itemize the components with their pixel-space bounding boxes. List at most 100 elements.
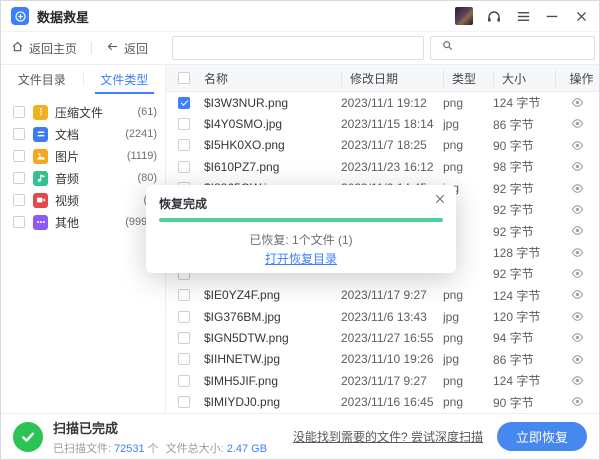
home-button[interactable]: 返回主页 bbox=[11, 40, 77, 57]
titlebar-controls bbox=[455, 7, 589, 25]
row-checkbox[interactable] bbox=[178, 161, 190, 173]
table-header: 名称 修改日期 类型 大小 操作 bbox=[166, 65, 599, 92]
file-type-icon bbox=[33, 171, 48, 186]
preview-eye-icon[interactable] bbox=[571, 310, 584, 323]
file-date: 2023/11/16 16:45 bbox=[341, 395, 443, 409]
scan-summary: 扫描已完成 已扫描文件:72531个文件总大小:2.47 GB bbox=[53, 418, 270, 456]
total-size-label: 文件总大小: bbox=[166, 443, 224, 455]
select-all-checkbox[interactable] bbox=[178, 72, 190, 84]
sidebar-item-label: 图片 bbox=[55, 148, 79, 165]
sidebar-item[interactable]: 图片 (1119) bbox=[1, 145, 165, 167]
table-row[interactable]: $I3W3NUR.png 2023/11/1 19:12 png 124 字节 bbox=[166, 92, 599, 113]
file-date: 2023/11/23 16:12 bbox=[341, 160, 443, 174]
table-row[interactable]: $IIHNETW.jpg 2023/11/10 19:26 jpg 86 字节 bbox=[166, 349, 599, 370]
sidebar-item-count: (2241) bbox=[125, 128, 157, 140]
deep-scan-link[interactable]: 没能找到需要的文件? 尝试深度扫描 bbox=[293, 428, 483, 445]
file-type-checkbox[interactable] bbox=[13, 106, 25, 118]
table-row[interactable]: $IMH5JIF.png 2023/11/17 9:27 png 124 字节 bbox=[166, 370, 599, 391]
header-type[interactable]: 类型 bbox=[443, 70, 493, 87]
scanned-count: 72531 bbox=[114, 443, 145, 455]
file-type-checkbox[interactable] bbox=[13, 216, 25, 228]
sidebar-tabs: 文件目录 文件类型 bbox=[1, 65, 165, 94]
headset-support-icon[interactable] bbox=[486, 8, 502, 24]
preview-eye-icon[interactable] bbox=[571, 203, 584, 216]
file-date: 2023/11/10 19:26 bbox=[341, 352, 443, 366]
file-size: 86 字节 bbox=[493, 116, 555, 133]
file-date: 2023/11/1 19:12 bbox=[341, 96, 443, 110]
preview-eye-icon[interactable] bbox=[571, 395, 584, 408]
table-row[interactable]: $I4Y0SMO.jpg 2023/11/15 18:14 jpg 86 字节 bbox=[166, 113, 599, 134]
preview-eye-icon[interactable] bbox=[571, 267, 584, 280]
file-type-icon bbox=[33, 193, 48, 208]
recover-now-button[interactable]: 立即恢复 bbox=[497, 422, 587, 451]
preview-eye-icon[interactable] bbox=[571, 288, 584, 301]
file-type-checkbox[interactable] bbox=[13, 172, 25, 184]
preview-eye-icon[interactable] bbox=[571, 96, 584, 109]
dialog-close-icon[interactable] bbox=[434, 193, 446, 205]
file-type-icon bbox=[33, 149, 48, 164]
file-size: 120 字节 bbox=[493, 308, 555, 325]
header-action: 操作 bbox=[555, 70, 599, 87]
user-avatar[interactable] bbox=[455, 7, 473, 25]
close-icon[interactable] bbox=[573, 8, 589, 24]
row-checkbox[interactable] bbox=[178, 97, 190, 109]
sidebar-item[interactable]: 文档 (2241) bbox=[1, 123, 165, 145]
minimize-icon[interactable] bbox=[544, 8, 560, 24]
file-type: png bbox=[443, 288, 493, 302]
table-row[interactable]: $I610PZ7.png 2023/11/23 16:12 png 98 字节 bbox=[166, 156, 599, 177]
preview-eye-icon[interactable] bbox=[571, 353, 584, 366]
scan-status-title: 扫描已完成 bbox=[53, 418, 270, 437]
search-button[interactable] bbox=[430, 36, 595, 60]
row-checkbox[interactable] bbox=[178, 118, 190, 130]
search-icon bbox=[441, 39, 454, 57]
sidebar-item[interactable]: 视频 (0) bbox=[1, 189, 165, 211]
row-checkbox[interactable] bbox=[178, 311, 190, 323]
sidebar-item-label: 其他 bbox=[55, 214, 79, 231]
preview-eye-icon[interactable] bbox=[571, 117, 584, 130]
table-row[interactable]: $IMIYDJ0.png 2023/11/16 16:45 png 90 字节 bbox=[166, 391, 599, 412]
tab-file-directory[interactable]: 文件目录 bbox=[1, 65, 83, 94]
sidebar-item[interactable]: 其他 (9999) bbox=[1, 211, 165, 233]
file-name: $I4Y0SMO.jpg bbox=[198, 117, 341, 131]
preview-eye-icon[interactable] bbox=[571, 246, 584, 259]
header-name[interactable]: 名称 bbox=[198, 70, 341, 87]
row-checkbox[interactable] bbox=[178, 375, 190, 387]
preview-eye-icon[interactable] bbox=[571, 224, 584, 237]
menu-icon[interactable] bbox=[515, 8, 531, 24]
row-checkbox[interactable] bbox=[178, 139, 190, 151]
file-size: 98 字节 bbox=[493, 158, 555, 175]
sidebar-item[interactable]: 压缩文件 (61) bbox=[1, 101, 165, 123]
file-type-checkbox[interactable] bbox=[13, 128, 25, 140]
header-size[interactable]: 大小 bbox=[493, 70, 555, 87]
sidebar-item-label: 文档 bbox=[55, 126, 79, 143]
file-size: 124 字节 bbox=[493, 372, 555, 389]
search-input[interactable] bbox=[172, 36, 424, 60]
file-date: 2023/11/17 9:27 bbox=[341, 374, 443, 388]
row-checkbox[interactable] bbox=[178, 396, 190, 408]
file-date: 2023/11/27 16:55 bbox=[341, 331, 443, 345]
preview-eye-icon[interactable] bbox=[571, 331, 584, 344]
back-button[interactable]: 返回 bbox=[106, 40, 148, 57]
toolbar-divider bbox=[91, 42, 92, 54]
preview-eye-icon[interactable] bbox=[571, 374, 584, 387]
table-row[interactable]: $IE0YZ4F.png 2023/11/17 9:27 png 124 字节 bbox=[166, 285, 599, 306]
open-recovery-folder-link[interactable]: 打开恢复目录 bbox=[146, 250, 456, 267]
toolbar: 返回主页 返回 bbox=[1, 32, 599, 65]
table-row[interactable]: $I5HK0XO.png 2023/11/7 18:25 png 90 字节 bbox=[166, 135, 599, 156]
app-window: 数据救星 返回主页 bbox=[0, 0, 600, 460]
tab-file-type[interactable]: 文件类型 bbox=[84, 65, 166, 94]
row-checkbox[interactable] bbox=[178, 332, 190, 344]
file-type-checkbox[interactable] bbox=[13, 150, 25, 162]
row-checkbox[interactable] bbox=[178, 289, 190, 301]
sidebar-item[interactable]: 音频 (80) bbox=[1, 167, 165, 189]
row-checkbox[interactable] bbox=[178, 353, 190, 365]
table-row[interactable]: $IG376BM.jpg 2023/11/6 13:43 jpg 120 字节 bbox=[166, 306, 599, 327]
header-date[interactable]: 修改日期 bbox=[341, 70, 443, 87]
table-row[interactable]: $IGN5DTW.png 2023/11/27 16:55 png 94 字节 bbox=[166, 327, 599, 348]
preview-eye-icon[interactable] bbox=[571, 182, 584, 195]
preview-eye-icon[interactable] bbox=[571, 139, 584, 152]
file-type-icon bbox=[33, 215, 48, 230]
file-date: 2023/11/15 18:14 bbox=[341, 117, 443, 131]
file-type-checkbox[interactable] bbox=[13, 194, 25, 206]
preview-eye-icon[interactable] bbox=[571, 160, 584, 173]
